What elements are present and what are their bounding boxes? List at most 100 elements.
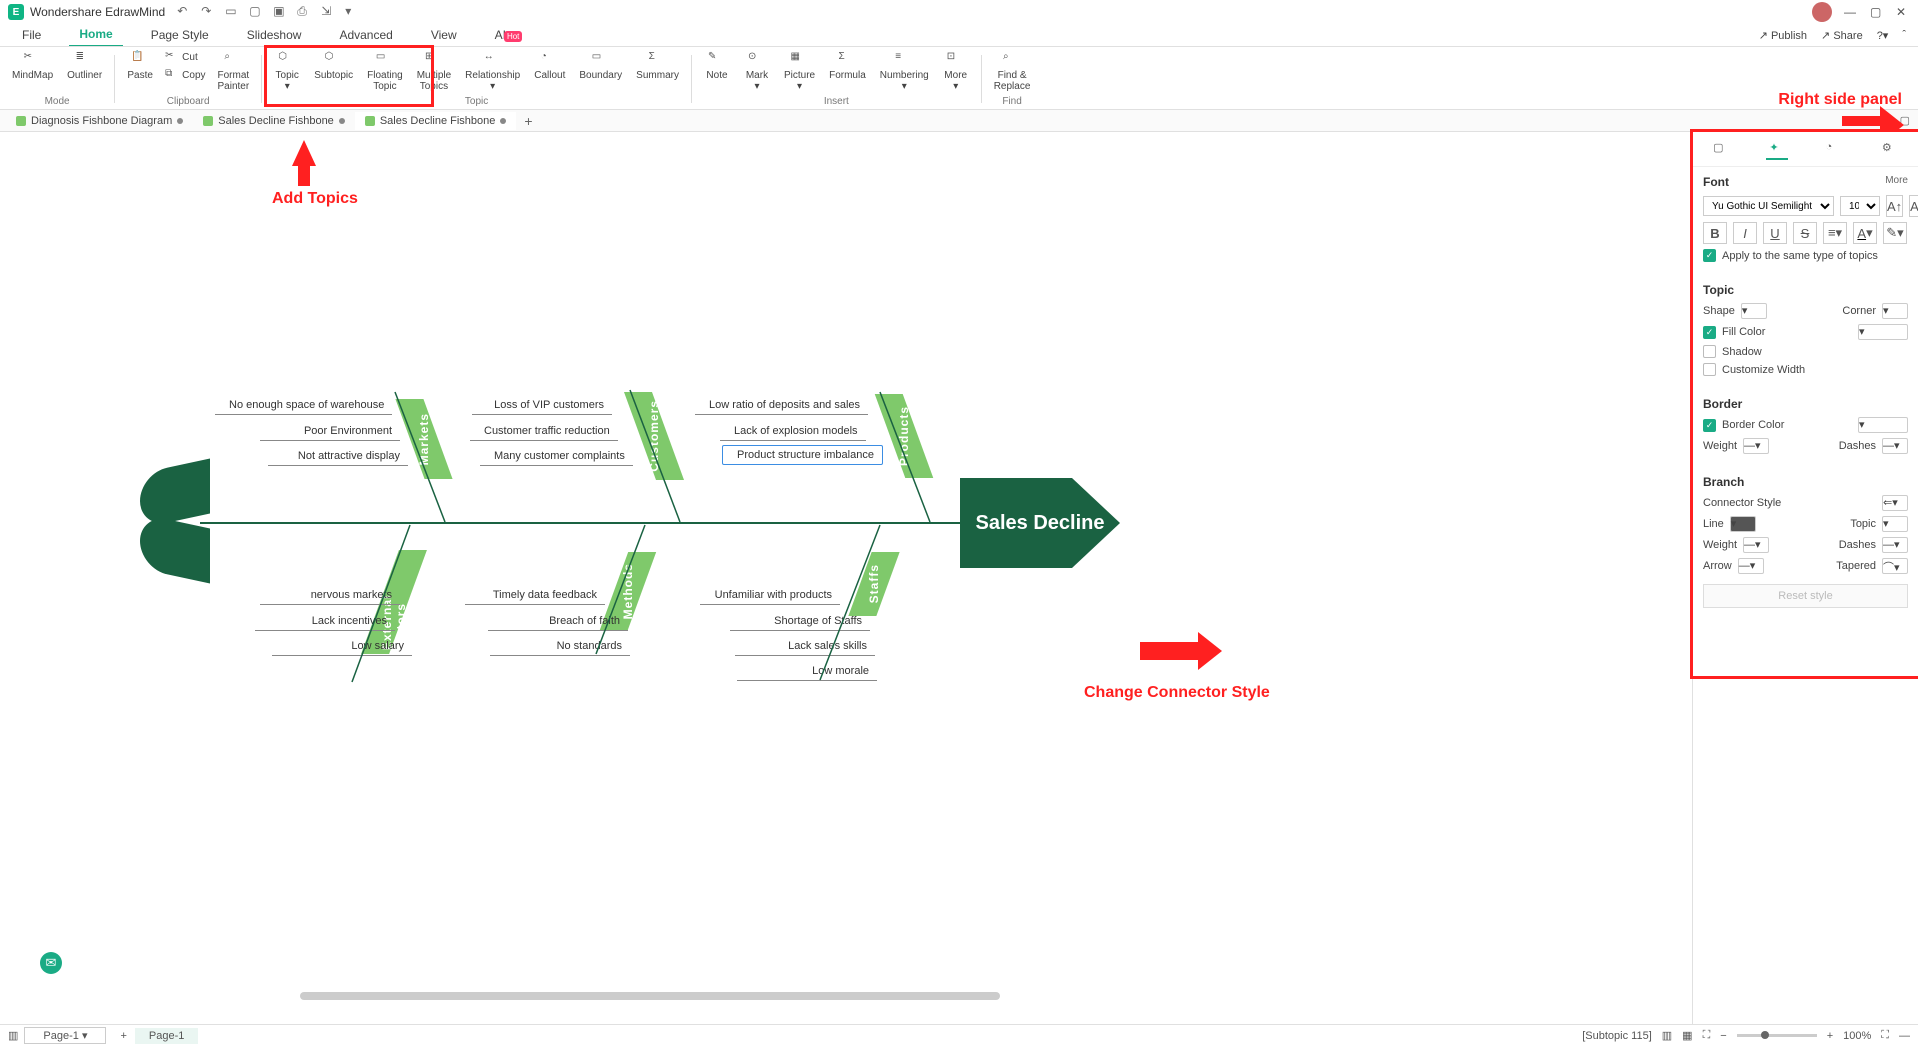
apply-same-type-checkbox[interactable]: ✓ — [1703, 249, 1716, 262]
save-icon[interactable]: ▣ — [273, 4, 289, 20]
relationship-button[interactable]: ↔Relationship▾ — [459, 49, 526, 94]
reset-style-button[interactable]: Reset style — [1703, 584, 1908, 608]
view-icon-2[interactable]: ▦ — [1682, 1029, 1692, 1042]
zoom-in-button[interactable]: + — [1827, 1030, 1833, 1042]
feedback-button[interactable]: ✉ — [40, 952, 62, 974]
fill-color-select[interactable]: ▾ — [1858, 324, 1908, 340]
maximize-icon[interactable]: ▢ — [1870, 5, 1884, 19]
font-size-select[interactable]: 10 — [1840, 196, 1880, 216]
subtopic-external-0[interactable]: nervous markets — [260, 586, 400, 605]
subtopic-external-1[interactable]: Lack incentives — [255, 612, 395, 631]
numbering-button[interactable]: ≡Numbering▾ — [874, 49, 935, 94]
menu-file[interactable]: File — [12, 24, 51, 46]
subtopic-staffs-2[interactable]: Lack sales skills — [735, 637, 875, 656]
subtopic-customers-0[interactable]: Loss of VIP customers — [472, 396, 612, 415]
subtopic-markets-2[interactable]: Not attractive display — [268, 447, 408, 466]
fullscreen-icon[interactable]: ⛶ — [1881, 1029, 1889, 1042]
align-button[interactable]: ≡▾ — [1823, 222, 1847, 244]
menu-view[interactable]: View — [421, 24, 467, 46]
subtopic-staffs-0[interactable]: Unfamiliar with products — [700, 586, 840, 605]
subtopic-button[interactable]: ⬡Subtopic — [308, 49, 359, 94]
bold-button[interactable]: B — [1703, 222, 1727, 244]
bone-markets[interactable]: Markets — [395, 399, 452, 479]
mark-button[interactable]: ⊙Mark▾ — [738, 49, 776, 94]
undo-icon[interactable]: ↶ — [177, 4, 193, 20]
zoom-out-button[interactable]: − — [1720, 1030, 1726, 1042]
customize-width-checkbox[interactable]: ✓ — [1703, 363, 1716, 376]
border-dashes-select[interactable]: —▾ — [1882, 438, 1908, 454]
subtopic-products-1[interactable]: Lack of explosion models — [720, 422, 866, 441]
italic-button[interactable]: I — [1733, 222, 1757, 244]
print-icon[interactable]: ⎙ — [297, 4, 313, 20]
cut-button[interactable]: ✂Cut — [161, 49, 209, 65]
bone-products[interactable]: Products — [875, 394, 934, 478]
formula-button[interactable]: ΣFormula — [823, 49, 872, 94]
strike-button[interactable]: S — [1793, 222, 1817, 244]
font-more-link[interactable]: More — [1885, 175, 1908, 189]
fishbone-head[interactable]: Sales Decline — [960, 478, 1120, 568]
close-icon[interactable]: ✕ — [1896, 5, 1910, 19]
font-grow-icon[interactable]: A↑ — [1886, 195, 1903, 217]
view-icon-1[interactable]: ▥ — [1662, 1029, 1672, 1042]
summary-button[interactable]: ΣSummary — [630, 49, 685, 94]
help-icon[interactable]: ?▾ — [1877, 29, 1889, 42]
new-icon[interactable]: ▭ — [225, 4, 241, 20]
menu-advanced[interactable]: Advanced — [329, 24, 402, 46]
topic-button[interactable]: ⬡Topic▾ — [268, 49, 306, 94]
minimize-icon[interactable]: — — [1844, 5, 1858, 19]
arrow-select[interactable]: —▾ — [1738, 558, 1764, 574]
add-page-button[interactable]: + — [112, 1030, 134, 1042]
corner-select[interactable]: ▾ — [1882, 303, 1908, 319]
line-color-select[interactable]: ▾ — [1730, 516, 1756, 532]
doc-tab-0[interactable]: Diagnosis Fishbone Diagram — [6, 112, 193, 130]
note-button[interactable]: ✎Note — [698, 49, 736, 94]
zoom-slider[interactable] — [1737, 1034, 1817, 1037]
subtopic-products-2[interactable]: Product structure imbalance — [722, 445, 883, 465]
border-weight-select[interactable]: —▾ — [1743, 438, 1769, 454]
picture-button[interactable]: ▦Picture▾ — [778, 49, 821, 94]
menu-page-style[interactable]: Page Style — [141, 24, 219, 46]
format-painter-button[interactable]: ⌕Format Painter — [212, 49, 256, 94]
panel-tab-settings-icon[interactable]: ⚙ — [1879, 138, 1901, 160]
font-shrink-icon[interactable]: A↓ — [1909, 195, 1918, 217]
page-tab[interactable]: Page-1 — [135, 1028, 198, 1044]
fill-color-checkbox[interactable]: ✓ — [1703, 326, 1716, 339]
border-color-checkbox[interactable]: ✓ — [1703, 419, 1716, 432]
horizontal-scrollbar[interactable] — [300, 992, 1000, 1000]
tapered-select[interactable]: ⌒▾ — [1882, 558, 1908, 574]
redo-icon[interactable]: ↷ — [201, 4, 217, 20]
boundary-button[interactable]: ▭Boundary — [573, 49, 628, 94]
menu-slideshow[interactable]: Slideshow — [237, 24, 312, 46]
bone-staffs[interactable]: Staffs — [848, 552, 899, 616]
canvas[interactable]: Sales Decline Markets No enough space of… — [0, 132, 1918, 1024]
bone-customers[interactable]: Customers — [624, 392, 684, 480]
subtopic-markets-0[interactable]: No enough space of warehouse — [215, 396, 392, 415]
pages-icon[interactable]: ▥ — [8, 1029, 18, 1042]
branch-weight-select[interactable]: —▾ — [1743, 537, 1769, 553]
menu-ai[interactable]: AIHot — [485, 24, 533, 46]
menu-home[interactable]: Home — [69, 23, 122, 47]
doc-tab-2[interactable]: Sales Decline Fishbone — [355, 112, 517, 130]
collapse-icon[interactable]: — — [1899, 1030, 1910, 1042]
subtopic-methods-2[interactable]: No standards — [490, 637, 630, 656]
fit-icon[interactable]: ⛶ — [1703, 1029, 1711, 1042]
subtopic-customers-1[interactable]: Customer traffic reduction — [470, 422, 618, 441]
subtopic-methods-1[interactable]: Breach of faith — [488, 612, 628, 631]
font-family-select[interactable]: Yu Gothic UI Semilight — [1703, 196, 1834, 216]
subtopic-staffs-3[interactable]: Low morale — [737, 662, 877, 681]
shape-select[interactable]: ▾ — [1741, 303, 1767, 319]
panel-tab-tag-icon[interactable]: ◔ — [1823, 138, 1845, 160]
open-icon[interactable]: ▢ — [249, 4, 265, 20]
subtopic-products-0[interactable]: Low ratio of deposits and sales — [695, 396, 868, 415]
branch-topic-select[interactable]: ▾ — [1882, 516, 1908, 532]
collapse-ribbon-icon[interactable]: ˆ — [1902, 29, 1906, 41]
highlight-button[interactable]: ✎▾ — [1883, 222, 1907, 244]
user-avatar[interactable] — [1812, 2, 1832, 22]
panel-tab-style-icon[interactable]: ✦ — [1766, 138, 1788, 160]
copy-button[interactable]: ⧉Copy — [161, 67, 209, 83]
subtopic-markets-1[interactable]: Poor Environment — [260, 422, 400, 441]
doc-tab-1[interactable]: Sales Decline Fishbone — [193, 112, 355, 130]
panel-tab-layout-icon[interactable]: ▢ — [1710, 138, 1732, 160]
more-icon[interactable]: ▾ — [345, 4, 361, 20]
underline-button[interactable]: U — [1763, 222, 1787, 244]
